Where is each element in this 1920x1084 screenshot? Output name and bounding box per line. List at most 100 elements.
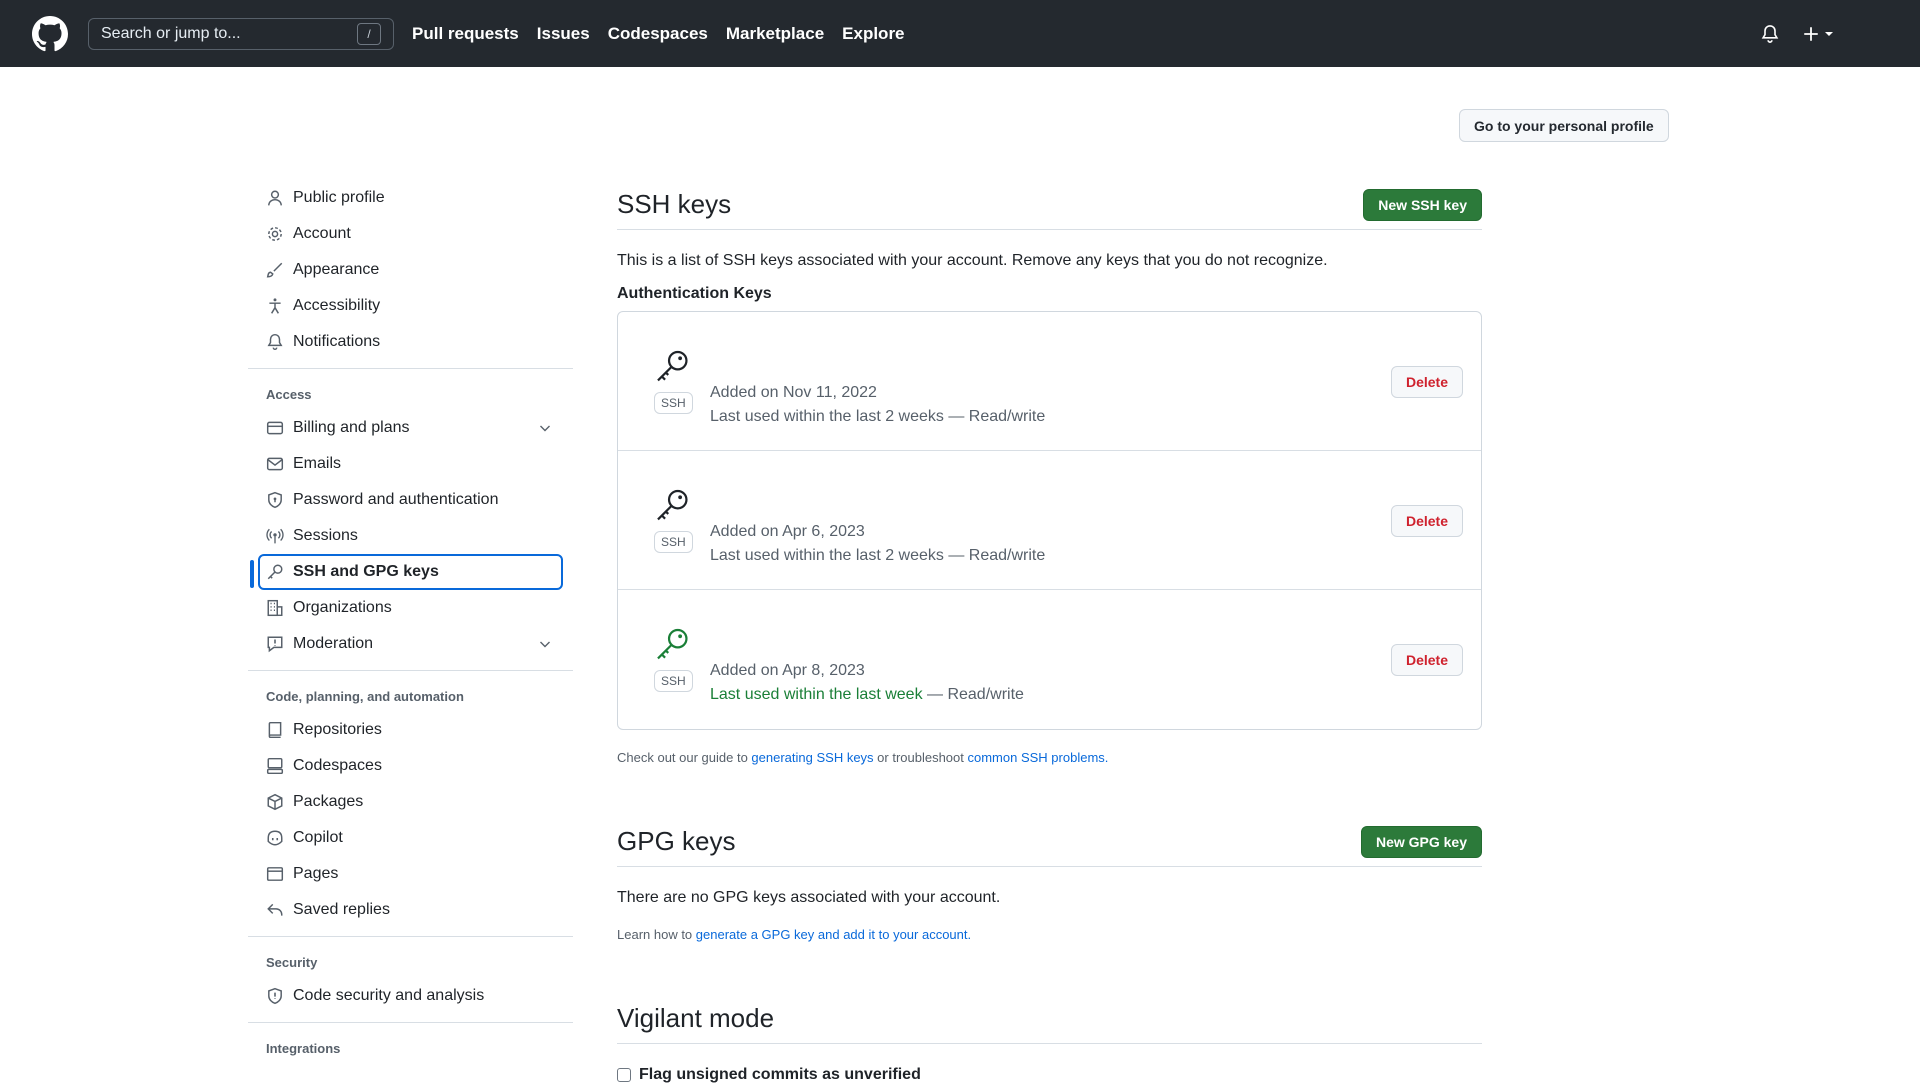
bell-icon[interactable] [1760,24,1780,44]
sidebar-item-repositories[interactable]: Repositories [248,712,573,748]
sidebar-item-account[interactable]: Account [248,216,573,252]
key-icon [266,563,284,581]
sidebar-item-moderation[interactable]: Moderation [248,626,573,662]
note-prefix: Check out our guide to [617,750,752,765]
sidebar-item-label: Password and authentication [293,491,499,508]
key-icon [657,350,688,382]
sidebar-item-copilot[interactable]: Copilot [248,820,573,856]
shield-icon [266,987,284,1005]
search-input[interactable]: Search or jump to... / [88,17,394,50]
active-indicator [250,560,254,588]
key-access-level: — Read/write [922,686,1024,703]
sidebar-item-billing[interactable]: Billing and plans [248,410,573,446]
sidebar-item-label: Emails [293,455,342,472]
sidebar-item-label: Accessibility [293,297,381,314]
sidebar-item-sessions[interactable]: Sessions [248,518,573,554]
sidebar-item-organizations[interactable]: Organizations [248,590,573,626]
sidebar-item-packages[interactable]: Packages [248,784,573,820]
create-new-menu[interactable] [1802,25,1834,43]
top-nav: Pull requests Issues Codespaces Marketpl… [412,24,905,44]
personal-profile-button[interactable]: Go to your personal profile [1459,109,1669,142]
chevron-down-icon[interactable] [537,420,553,436]
sidebar-item-code-security[interactable]: Code security and analysis [248,978,573,1014]
ssh-type-badge: SSH [654,392,693,414]
generating-ssh-keys-link[interactable]: generating SSH keys [751,750,873,765]
key-access-level: — Read/write [943,547,1046,564]
common-ssh-problems-link[interactable]: common SSH problems. [968,750,1109,765]
gpg-keys-header: GPG keys New GPG key [617,817,1482,867]
ssh-keys-header: SSH keys New SSH key [617,180,1482,230]
sidebar-item-codespaces[interactable]: Codespaces [248,748,573,784]
header-actions [1760,0,1834,67]
delete-key-button[interactable]: Delete [1390,505,1463,537]
shield-lock-icon [266,491,284,509]
key-last-used-text: Last used within the last week [710,686,923,703]
sidebar-item-accessibility[interactable]: Accessibility [248,288,573,324]
sidebar-item-label: Saved replies [293,901,390,918]
sidebar-divider [248,1022,573,1023]
nav-explore[interactable]: Explore [842,24,904,44]
generate-gpg-key-link[interactable]: generate a GPG key and add it to your ac… [696,927,971,942]
nav-pull-requests[interactable]: Pull requests [412,24,519,44]
mail-icon [266,455,284,473]
package-icon [266,793,284,811]
sidebar-item-notifications[interactable]: Notifications [248,324,573,360]
reply-icon [266,901,284,919]
nav-marketplace[interactable]: Marketplace [726,24,824,44]
gpg-note-prefix: Learn how to [617,927,696,942]
sidebar-item-ssh-gpg-keys[interactable]: SSH and GPG keys [250,554,563,590]
key-last-used-text: Last used within the last 2 weeks [710,547,944,564]
flag-unsigned-commits-label[interactable]: Flag unsigned commits as unverified [639,1066,921,1084]
sidebar-section-access: Access [266,387,312,402]
caret-down-icon [1825,31,1833,36]
gpg-help-note: Learn how to generate a GPG key and add … [617,927,1482,942]
key-access-level: — Read/write [943,408,1046,425]
delete-key-button[interactable]: Delete [1390,644,1463,676]
chevron-down-icon[interactable] [537,636,553,652]
key-added-date: Added on Nov 11, 2022 [710,384,877,401]
key-added-date: Added on Apr 6, 2023 [710,523,865,540]
bell-icon [266,333,284,351]
ssh-type-badge: SSH [654,670,693,692]
search-shortcut-hint: / [357,22,381,45]
copilot-icon [266,829,284,847]
browser-icon [266,865,284,883]
note-middle: or troubleshoot [873,750,968,765]
new-ssh-key-button[interactable]: New SSH key [1363,188,1482,221]
key-last-used: Last used within the last week — Read/wr… [710,686,1024,704]
sidebar-section-security: Security [266,955,318,970]
key-last-used-text: Last used within the last 2 weeks [710,408,944,425]
sidebar-section-integrations: Integrations [266,1041,341,1056]
sidebar-item-label: Copilot [293,829,343,846]
sidebar-item-label: Organizations [293,599,392,616]
repo-icon [266,721,284,739]
ssh-keys-title: SSH keys [617,189,732,219]
key-added-date: Added on Apr 8, 2023 [710,662,865,679]
ssh-key-row: SSH Added on Apr 8, 2023 Last used withi… [618,590,1481,729]
ssh-type-badge: SSH [654,531,693,553]
sidebar-item-label: Sessions [293,527,358,544]
sidebar-item-password-auth[interactable]: Password and authentication [248,482,573,518]
sidebar-item-label: Moderation [293,635,374,652]
nav-issues[interactable]: Issues [537,24,590,44]
delete-key-button[interactable]: Delete [1390,366,1463,398]
sidebar-item-label: Billing and plans [293,419,410,436]
gpg-keys-title: GPG keys [617,826,736,856]
github-logo-icon[interactable] [32,15,68,52]
ssh-key-row: SSH Added on Apr 6, 2023 Last used withi… [618,451,1481,590]
sidebar-item-public-profile[interactable]: Public profile [248,180,573,216]
ssh-key-row: SSH Added on Nov 11, 2022 Last used with… [618,312,1481,451]
ssh-description: This is a list of SSH keys associated wi… [617,252,1328,269]
sidebar-item-label: Account [293,225,351,242]
sidebar-item-pages[interactable]: Pages [248,856,573,892]
sidebar-item-emails[interactable]: Emails [248,446,573,482]
sidebar-item-appearance[interactable]: Appearance [248,252,573,288]
search-placeholder: Search or jump to... [101,24,241,42]
report-icon [266,635,284,653]
sidebar-item-saved-replies[interactable]: Saved replies [248,892,573,928]
nav-codespaces[interactable]: Codespaces [608,24,708,44]
sidebar-item-label: Appearance [293,261,380,278]
key-icon-recent [657,628,688,660]
new-gpg-key-button[interactable]: New GPG key [1360,825,1482,858]
sidebar-item-label: Repositories [293,721,382,738]
